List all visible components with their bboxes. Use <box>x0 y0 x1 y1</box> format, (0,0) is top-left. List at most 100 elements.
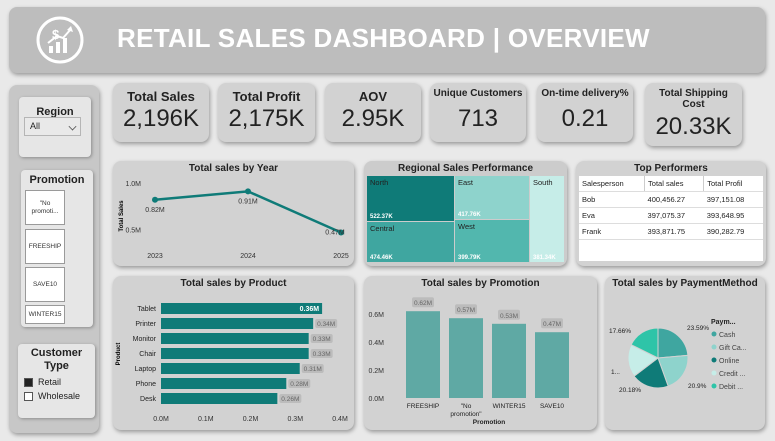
data-label: 0.36M <box>300 306 320 313</box>
kpi-label: Total Shipping Cost <box>659 88 728 110</box>
table-row[interactable]: Bob 400,456.27 397,151.08 <box>579 191 763 208</box>
x-tick-label: 0.1M <box>198 416 214 423</box>
data-label: 0.47M <box>325 229 345 236</box>
data-label: 0.33M <box>313 336 331 343</box>
promotion-slicer-label: Promotion <box>29 174 85 186</box>
legend-item: Gift Ca... <box>719 345 747 352</box>
treemap-label: North <box>370 178 388 187</box>
category-label: Laptop <box>135 366 157 373</box>
column-header[interactable]: Salesperson <box>579 176 645 192</box>
page-title: RETAIL SALES DASHBOARD | OVERVIEW <box>117 23 650 53</box>
promotion-chart-card[interactable]: Total sales by Promotion 0.6M 0.4M 0.2M 0.0… <box>364 276 597 430</box>
product-bar <box>161 303 323 314</box>
treemap-cell-south <box>530 176 564 262</box>
category-label: FREESHIP <box>407 403 440 410</box>
promotion-option-save10[interactable]: SAVE10 <box>25 267 65 302</box>
legend-marker <box>711 344 717 350</box>
kpi-value: 2,196K <box>122 105 200 132</box>
promotion-option-winter15[interactable]: WINTER15 <box>25 305 65 324</box>
table-cell: 397,151.08 <box>703 191 763 208</box>
table-cell: 393,648.95 <box>703 207 763 224</box>
slice-label: 20.18% <box>619 387 641 394</box>
kpi-total-sales[interactable]: Total Sales 2,196K <box>113 83 209 142</box>
promotion-bar <box>406 311 440 398</box>
data-label: 0.47M <box>543 321 561 328</box>
product-bar <box>161 333 309 344</box>
pie-slice-0 <box>657 327 689 359</box>
promotion-option-freeship[interactable]: FREESHIP <box>25 229 65 264</box>
customer-type-retail[interactable]: Retail <box>24 377 95 387</box>
category-label: Printer <box>135 321 156 328</box>
x-tick-label: 2024 <box>240 253 256 260</box>
customer-type-label: Customer Type <box>30 347 83 372</box>
table-cell: 400,456.27 <box>644 191 704 208</box>
x-tick-label: 0.2M <box>243 416 259 423</box>
slice-label: 23.59% <box>687 325 709 332</box>
promotion-bar <box>535 332 569 398</box>
column-header[interactable]: Total sales <box>644 176 704 192</box>
checkbox-unchecked-icon[interactable] <box>24 391 33 401</box>
data-point <box>245 188 251 195</box>
data-label: 0.57M <box>457 307 475 314</box>
promotion-bar <box>449 318 483 398</box>
x-axis-label: Promotion <box>473 419 506 426</box>
y-axis-label: Total Sales <box>119 200 125 232</box>
product-chart-card[interactable]: Total sales by Product Product Tablet 0.36… <box>113 276 354 430</box>
filters-panel: Region All Promotion "No promoti... FREE… <box>9 85 99 433</box>
treemap-label: Central <box>370 224 395 233</box>
kpi-value: 2,175K <box>228 105 305 132</box>
y-tick-label: 0.5M <box>125 228 141 235</box>
legend-item: Cash <box>719 332 735 339</box>
category-label: Phone <box>136 381 156 388</box>
kpi-unique-customers[interactable]: Unique Customers 713 <box>430 83 526 142</box>
product-bar <box>161 318 314 329</box>
kpi-total-shipping-cost[interactable]: Total Shipping Cost 20.33K <box>645 83 742 146</box>
region-slicer: Region All <box>19 97 91 157</box>
kpi-value: 2.95K <box>341 105 405 132</box>
table-row[interactable]: Frank 393,871.75 390,282.79 <box>579 223 763 240</box>
dollar-growth-icon: $ <box>35 15 85 65</box>
top-performers-card[interactable]: Top Performers Salesperson Total sales T… <box>576 161 766 266</box>
year-chart-card[interactable]: Total sales by Year Total Sales 1.0M 0.5M 0… <box>113 161 354 266</box>
y-tick-label: 0.6M <box>368 312 384 319</box>
product-bar <box>161 363 300 374</box>
x-tick-label: 2025 <box>333 253 349 260</box>
top-performers-table: Salesperson Total sales Total Profil Bob… <box>579 176 763 240</box>
category-label: "No <box>461 403 472 410</box>
customer-type-wholesale[interactable]: Wholesale <box>24 391 95 401</box>
data-label: 0.82M <box>145 207 165 214</box>
payment-chart-card[interactable]: Total sales by PaymentMethod 23.59% 20.9%… <box>605 276 765 430</box>
kpi-label: Total Sales <box>127 89 195 104</box>
legend-marker <box>711 370 717 376</box>
kpi-aov[interactable]: AOV 2.95K <box>325 83 421 142</box>
column-header[interactable]: Total Profil <box>703 176 763 192</box>
table-cell: Eva <box>579 207 645 224</box>
data-label: 0.34M <box>317 321 335 328</box>
promotion-option-no-promotion[interactable]: "No promoti... <box>25 190 65 225</box>
treemap-value: 381.34K <box>533 255 556 261</box>
legend-marker <box>711 357 717 363</box>
header-bar: $ RETAIL SALES DASHBOARD | OVERVIEW <box>9 7 765 73</box>
kpi-value: 0.21 <box>561 105 609 132</box>
treemap-label: South <box>533 178 553 187</box>
table-cell: 393,871.75 <box>644 223 704 240</box>
data-label: 0.62M <box>414 300 432 307</box>
regional-card[interactable]: Regional Sales Performance North 522.37K E… <box>364 161 567 266</box>
top-performers-title: Top Performers <box>634 163 708 174</box>
chevron-down-icon <box>68 122 77 131</box>
checkbox-checked-icon[interactable] <box>24 377 33 387</box>
table-row[interactable]: Eva 397,075.37 393,648.95 <box>579 207 763 224</box>
y-axis-label: Product <box>116 343 122 366</box>
region-selected: All <box>30 121 41 131</box>
promotion-slicer: Promotion "No promoti... FREESHIP SAVE10… <box>21 170 93 327</box>
kpi-ontime-delivery[interactable]: On-time delivery% 0.21 <box>537 83 633 142</box>
kpi-value: 713 <box>457 105 499 132</box>
year-line-chart: Total Sales 1.0M 0.5M 0.82M 2023 0.91M 2024 0.4… <box>119 181 349 260</box>
data-label: 0.28M <box>290 381 308 388</box>
treemap-value: 417.76K <box>458 212 481 218</box>
data-label: 0.26M <box>281 396 299 403</box>
region-dropdown[interactable]: All <box>24 117 81 136</box>
kpi-total-profit[interactable]: Total Profit 2,175K <box>218 83 315 142</box>
data-label: 0.91M <box>238 198 258 205</box>
category-label: Tablet <box>137 306 156 313</box>
